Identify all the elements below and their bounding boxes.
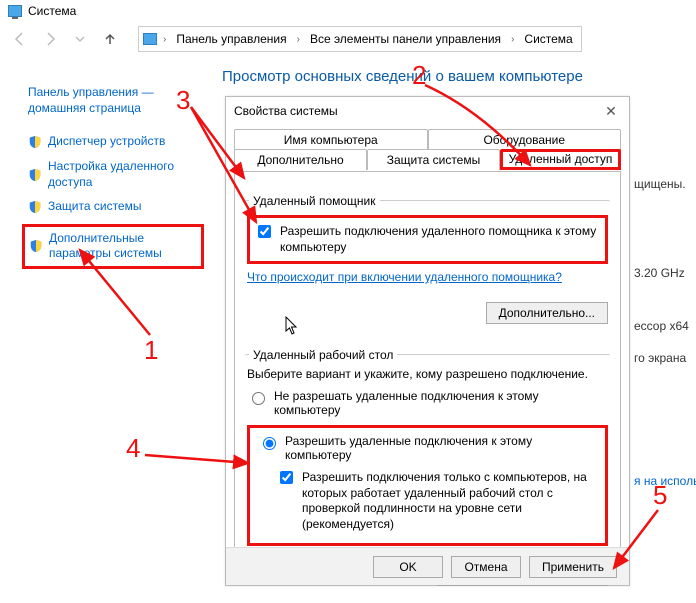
- shield-icon: [28, 200, 42, 214]
- address-bar[interactable]: › Панель управления › Все элементы панел…: [138, 26, 582, 52]
- annotation-highlight-4: Разрешить удаленные подключения к этому …: [247, 425, 608, 545]
- checkbox-label: Разрешить подключения только с компьютер…: [302, 470, 597, 532]
- shield-icon: [28, 168, 42, 182]
- tab-system-protection[interactable]: Защита системы: [367, 149, 500, 170]
- background-system-info: щищены. 3.20 GHz ессор x64 го экрана я н…: [634, 154, 694, 506]
- chevron-right-icon[interactable]: ›: [295, 34, 302, 45]
- tab-panel-remote: Удаленный помощник Разрешить подключения…: [234, 171, 621, 571]
- rdp-nla-checkbox[interactable]: Разрешить подключения только с компьютер…: [276, 470, 597, 532]
- sidebar-home-link[interactable]: Панель управления — домашняя страница: [28, 84, 198, 116]
- radio-label: Разрешить удаленные подключения к этому …: [285, 434, 597, 462]
- sidebar-item-label: Защита системы: [48, 199, 141, 215]
- remote-assistance-help-link[interactable]: Что происходит при включении удаленного …: [247, 270, 562, 284]
- tab-hardware[interactable]: Оборудование: [428, 129, 622, 150]
- radio-input[interactable]: [252, 392, 265, 405]
- remote-assistance-advanced-button[interactable]: Дополнительно...: [486, 302, 608, 324]
- apply-button[interactable]: Применить: [529, 556, 617, 578]
- forward-button[interactable]: [36, 25, 64, 53]
- recent-dropdown[interactable]: [66, 25, 94, 53]
- sidebar-item-system-protection[interactable]: Защита системы: [28, 199, 198, 215]
- shield-icon: [29, 239, 43, 253]
- checkbox-input[interactable]: [258, 225, 271, 238]
- sidebar: Панель управления — домашняя страница Ди…: [0, 76, 210, 269]
- tab-computer-name[interactable]: Имя компьютера: [234, 129, 428, 150]
- chevron-right-icon[interactable]: ›: [509, 34, 516, 45]
- breadcrumb-seg[interactable]: Система: [520, 30, 576, 48]
- sidebar-item-label: Диспетчер устройств: [48, 134, 165, 150]
- radio-input[interactable]: [263, 437, 276, 450]
- checkbox-label: Разрешить подключения удаленного помощни…: [280, 224, 601, 255]
- group-title: Удаленный рабочий стол: [249, 348, 397, 362]
- explorer-title-bar: Система: [0, 0, 696, 22]
- rdp-option-deny[interactable]: Не разрешать удаленные подключения к это…: [247, 389, 608, 417]
- ok-button[interactable]: OK: [373, 556, 443, 578]
- sidebar-item-label: Настройка удаленного доступа: [48, 159, 198, 190]
- bg-text: 3.20 GHz: [634, 265, 694, 282]
- radio-label: Не разрешать удаленные подключения к это…: [274, 389, 608, 417]
- bg-text: ессор x64: [634, 318, 694, 335]
- rdp-option-allow[interactable]: Разрешить удаленные подключения к этому …: [258, 434, 597, 462]
- up-button[interactable]: [96, 25, 124, 53]
- sidebar-item-remote-settings[interactable]: Настройка удаленного доступа: [28, 159, 198, 190]
- cancel-button[interactable]: Отмена: [451, 556, 521, 578]
- dialog-title-bar: Свойства системы ✕: [226, 97, 629, 125]
- bg-link-fragment: я на использ: [634, 473, 694, 490]
- annotation-highlight-1: Дополнительные параметры системы: [22, 224, 204, 269]
- bg-text: го экрана: [634, 350, 694, 367]
- page-title: Просмотр основных сведений о вашем компь…: [222, 68, 583, 85]
- shield-icon: [28, 135, 42, 149]
- system-properties-dialog: Свойства системы ✕ Имя компьютера Оборуд…: [225, 96, 630, 586]
- breadcrumb-seg[interactable]: Все элементы панели управления: [306, 30, 505, 48]
- window-title: Система: [28, 4, 76, 18]
- system-icon: [143, 33, 157, 45]
- tab-remote-label: Удаленный доступ: [509, 152, 613, 166]
- sidebar-item-advanced-system-settings[interactable]: Дополнительные параметры системы: [29, 231, 197, 262]
- sidebar-item-label: Дополнительные параметры системы: [49, 231, 197, 262]
- tab-advanced[interactable]: Дополнительно: [234, 149, 367, 170]
- sidebar-item-device-manager[interactable]: Диспетчер устройств: [28, 134, 198, 150]
- explorer-nav-bar: › Панель управления › Все элементы панел…: [0, 22, 696, 56]
- chevron-right-icon[interactable]: ›: [161, 34, 168, 45]
- tab-remote[interactable]: Удаленный доступ: [500, 149, 621, 170]
- group-title: Удаленный помощник: [249, 194, 380, 208]
- breadcrumb-seg[interactable]: Панель управления: [172, 30, 290, 48]
- cursor-icon: [285, 316, 299, 336]
- allow-remote-assistance-checkbox[interactable]: Разрешить подключения удаленного помощни…: [254, 224, 601, 255]
- back-button[interactable]: [6, 25, 34, 53]
- close-button[interactable]: ✕: [601, 103, 621, 120]
- dialog-button-row: OK Отмена Применить: [226, 547, 629, 585]
- rdp-hint: Выберите вариант и укажите, кому разреше…: [247, 367, 608, 381]
- remote-assistance-group: Удаленный помощник Разрешить подключения…: [245, 186, 610, 330]
- annotation-highlight-3: Разрешить подключения удаленного помощни…: [247, 215, 608, 264]
- checkbox-input[interactable]: [280, 471, 293, 484]
- dialog-title: Свойства системы: [234, 104, 338, 118]
- system-icon: [8, 5, 22, 17]
- bg-text: щищены.: [634, 176, 694, 193]
